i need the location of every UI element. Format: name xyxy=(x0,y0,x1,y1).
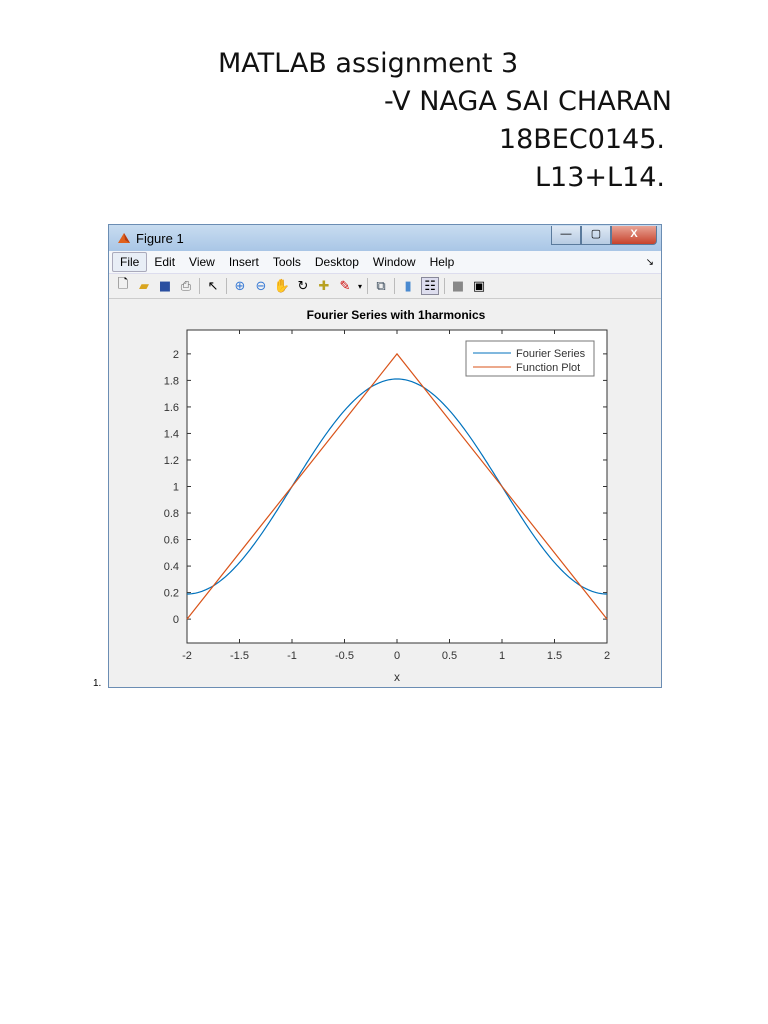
menu-tools[interactable]: Tools xyxy=(266,253,308,271)
hide-plot-tools-icon[interactable]: ■ xyxy=(450,278,466,294)
y-tick-label: 1 xyxy=(173,482,179,494)
author-name: -V NAGA SAI CHARAN xyxy=(384,86,672,117)
menu-window[interactable]: Window xyxy=(366,253,423,271)
x-tick-label: 0.5 xyxy=(442,650,457,662)
figure-toolbar: 🗋 ▰ ■ ⎙ ↖ ⊕ ⊖ ✋ ↻ ✚ ✎ ▾ ⧉ ▮ ☷ ■ ▣ xyxy=(109,274,661,299)
legend-entry-fourier: Fourier Series xyxy=(516,348,586,360)
document-page: MATLAB assignment 3 -V NAGA SAI CHARAN 1… xyxy=(0,0,768,1024)
y-tick-label: 0.8 xyxy=(164,508,179,520)
pan-hand-icon[interactable]: ✋ xyxy=(274,278,290,294)
menu-desktop[interactable]: Desktop xyxy=(308,253,366,271)
zoom-out-icon[interactable]: ⊖ xyxy=(253,278,269,294)
save-icon[interactable]: ■ xyxy=(157,278,173,294)
legend-icon[interactable]: ☷ xyxy=(421,277,440,295)
menu-edit[interactable]: Edit xyxy=(147,253,182,271)
print-icon[interactable]: ⎙ xyxy=(178,278,194,294)
close-button[interactable]: X xyxy=(611,225,657,245)
y-tick-label: 0.4 xyxy=(164,561,179,573)
y-tick-label: 1.4 xyxy=(164,428,179,440)
x-tick-label: 1 xyxy=(499,650,505,662)
y-tick-label: 2 xyxy=(173,349,179,361)
matlab-logo-icon xyxy=(118,233,130,243)
x-tick-label: 1.5 xyxy=(547,650,562,662)
window-title: Figure 1 xyxy=(136,230,184,246)
y-tick-label: 1.8 xyxy=(164,375,179,387)
menu-file[interactable]: File xyxy=(112,252,148,272)
brush-icon[interactable]: ✎ xyxy=(337,278,353,294)
rotate-3d-icon[interactable]: ↻ xyxy=(295,278,311,294)
legend-entry-function: Function Plot xyxy=(516,362,580,374)
maximize-button[interactable]: ▢ xyxy=(581,225,611,245)
registration-number: 18BEC0145. xyxy=(498,124,665,155)
list-number: 1. xyxy=(93,678,102,689)
y-tick-label: 0 xyxy=(173,614,179,626)
zoom-in-icon[interactable]: ⊕ xyxy=(232,278,248,294)
lab-slot: L13+L14. xyxy=(534,162,665,193)
assignment-title: MATLAB assignment 3 xyxy=(218,48,519,79)
y-tick-label: 0.6 xyxy=(164,535,179,547)
chart-title: Fourier Series with 1harmonics xyxy=(307,308,486,322)
menu-bar: File Edit View Insert Tools Desktop Wind… xyxy=(109,251,661,274)
y-tick-label: 1.2 xyxy=(164,455,179,467)
x-tick-label: -2 xyxy=(182,650,192,662)
fourier-chart: Fourier Series with 1harmonics -2 -1.5 -1 -… xyxy=(164,308,610,684)
open-folder-icon[interactable]: ▰ xyxy=(136,278,152,294)
x-tick-label: 2 xyxy=(604,650,610,662)
x-tick-label: -1.5 xyxy=(230,650,249,662)
matlab-figure-window: Figure 1 — ▢ X File Edit View Insert Too… xyxy=(108,224,662,688)
new-file-icon[interactable]: 🗋 xyxy=(115,277,131,294)
menu-help[interactable]: Help xyxy=(423,253,462,271)
data-cursor-icon[interactable]: ✚ xyxy=(316,278,332,294)
menu-view[interactable]: View xyxy=(182,253,222,271)
dock-arrow-icon[interactable]: ↘ xyxy=(639,255,661,270)
x-tick-label: -0.5 xyxy=(335,650,354,662)
menu-insert[interactable]: Insert xyxy=(222,253,266,271)
pointer-icon[interactable]: ↖ xyxy=(205,278,221,294)
x-tick-label: 0 xyxy=(394,650,400,662)
colorbar-icon[interactable]: ▮ xyxy=(400,278,416,294)
y-tick-label: 0.2 xyxy=(164,588,179,600)
x-axis-label: x xyxy=(394,670,400,684)
show-plot-tools-icon[interactable]: ▣ xyxy=(471,278,487,294)
link-icon[interactable]: ⧉ xyxy=(373,278,389,294)
legend[interactable]: Fourier Series Function Plot xyxy=(465,340,595,377)
x-tick-label: -1 xyxy=(287,650,297,662)
axes-box xyxy=(186,329,608,644)
minimize-button[interactable]: — xyxy=(551,225,581,245)
title-bar[interactable]: Figure 1 — ▢ X xyxy=(109,225,661,251)
y-tick-label: 1.6 xyxy=(164,402,179,414)
